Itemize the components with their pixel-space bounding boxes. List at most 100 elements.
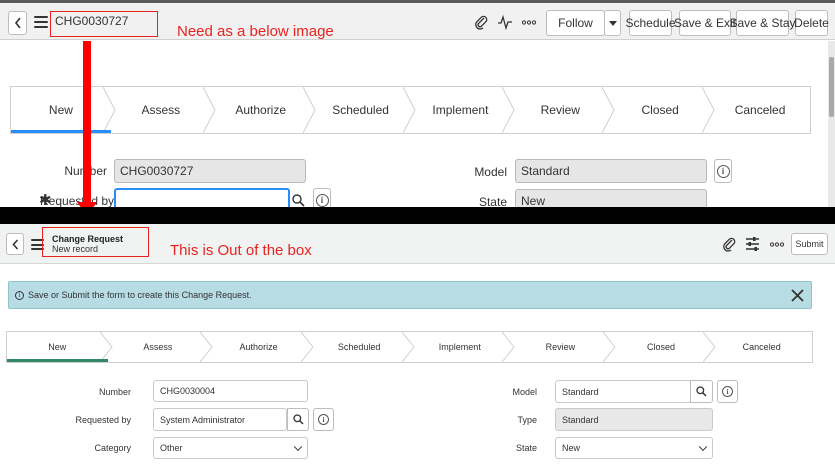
- step-label: New: [48, 342, 67, 352]
- back-icon: [14, 17, 21, 29]
- step-label: Assess: [143, 342, 173, 352]
- number-field[interactable]: CHG0030727: [114, 159, 306, 183]
- close-icon[interactable]: [791, 289, 804, 302]
- info-icon: i: [722, 386, 733, 397]
- number-field[interactable]: CHG0030004: [153, 380, 308, 402]
- requested-by-input[interactable]: [114, 188, 290, 207]
- step-closed[interactable]: Closed: [610, 87, 710, 133]
- model-field[interactable]: Standard: [555, 380, 691, 403]
- step-review[interactable]: Review: [510, 87, 610, 133]
- back-button[interactable]: [6, 233, 24, 255]
- type-field[interactable]: Standard: [555, 408, 713, 431]
- top-process-stepper: New Assess Authorize Scheduled Implement Revi…: [10, 86, 811, 134]
- annotation-note-need: Need as a below image: [177, 23, 334, 40]
- number-label: Number: [98, 387, 131, 397]
- more-icon[interactable]: [770, 242, 784, 247]
- step-label: Closed: [641, 103, 679, 117]
- model-info-button[interactable]: i: [714, 159, 732, 183]
- step-label: Review: [545, 342, 576, 352]
- step-canceled[interactable]: Canceled: [711, 332, 812, 362]
- requested-by-search-button[interactable]: [287, 408, 309, 431]
- state-label: State: [515, 443, 537, 453]
- category-select[interactable]: Other: [153, 437, 308, 459]
- follow-dropdown-button[interactable]: [604, 10, 621, 36]
- paperclip-icon[interactable]: [722, 236, 736, 252]
- step-label: Scheduled: [337, 342, 381, 352]
- state-select[interactable]: New: [555, 437, 713, 459]
- info-banner: i Save or Submit the form to create this…: [8, 281, 812, 309]
- step-canceled[interactable]: Canceled: [710, 87, 810, 133]
- step-new[interactable]: New: [11, 87, 111, 133]
- back-button[interactable]: [8, 11, 27, 35]
- info-icon: i: [15, 290, 24, 300]
- delete-button[interactable]: Delete: [794, 10, 829, 36]
- step-new[interactable]: New: [7, 332, 108, 362]
- step-label: Canceled: [742, 342, 781, 352]
- activity-icon[interactable]: [497, 14, 513, 30]
- step-scheduled[interactable]: Scheduled: [311, 87, 411, 133]
- model-label: Model: [474, 165, 507, 179]
- save-exit-button[interactable]: Save & Exit: [674, 10, 736, 36]
- step-review[interactable]: Review: [510, 332, 611, 362]
- step-label: New: [48, 103, 73, 117]
- model-label: Model: [512, 387, 537, 397]
- state-label: State: [478, 195, 507, 207]
- annotation-highlight-box: [42, 227, 149, 257]
- annotation-highlight-box: [50, 11, 158, 37]
- step-label: Implement: [432, 103, 489, 117]
- search-icon[interactable]: [292, 194, 305, 207]
- step-implement[interactable]: Implement: [411, 87, 511, 133]
- follow-button[interactable]: Follow: [546, 10, 605, 36]
- step-authorize[interactable]: Authorize: [208, 332, 309, 362]
- model-field[interactable]: Standard: [515, 159, 707, 183]
- step-label: Assess: [141, 103, 181, 117]
- more-icon[interactable]: [522, 20, 536, 25]
- back-icon: [11, 238, 18, 250]
- step-scheduled[interactable]: Scheduled: [309, 332, 410, 362]
- step-assess[interactable]: Assess: [111, 87, 211, 133]
- schedule-button[interactable]: Schedule: [625, 10, 676, 36]
- scrollbar-thumb[interactable]: [829, 57, 834, 117]
- search-icon: [292, 414, 304, 425]
- step-implement[interactable]: Implement: [410, 332, 511, 362]
- step-label: Implement: [438, 342, 481, 352]
- model-search-button[interactable]: [690, 380, 713, 403]
- chevron-down-icon: [293, 442, 303, 452]
- category-label: Category: [94, 443, 131, 453]
- state-field[interactable]: New: [515, 189, 707, 207]
- paperclip-icon[interactable]: [474, 14, 488, 30]
- screenshot-divider: [0, 207, 835, 224]
- save-stay-button[interactable]: Save & Stay: [729, 10, 796, 36]
- step-assess[interactable]: Assess: [108, 332, 209, 362]
- number-label: Number: [40, 164, 107, 178]
- step-authorize[interactable]: Authorize: [211, 87, 311, 133]
- scrollbar-track[interactable]: [828, 41, 835, 207]
- model-info-button[interactable]: i: [717, 380, 738, 403]
- settings-sliders-icon[interactable]: [745, 236, 760, 252]
- step-label: Authorize: [235, 103, 287, 117]
- requested-by-label: Requested by: [75, 415, 131, 425]
- step-label: Scheduled: [332, 103, 389, 117]
- step-label: Authorize: [239, 342, 278, 352]
- state-value: New: [562, 443, 581, 453]
- info-icon: i: [716, 164, 730, 178]
- step-label: Canceled: [734, 103, 786, 117]
- chevron-down-icon: [698, 442, 708, 452]
- requested-by-info-button[interactable]: i: [313, 188, 331, 207]
- annotation-note-oob: This is Out of the box: [170, 242, 312, 259]
- type-label: Type: [517, 415, 537, 425]
- dropdown-caret-icon: [608, 20, 617, 26]
- oob-process-stepper: New Assess Authorize Scheduled Implement Revi…: [6, 331, 813, 363]
- info-icon: i: [315, 193, 329, 207]
- step-label: Closed: [647, 342, 676, 352]
- hamburger-icon[interactable]: [34, 16, 48, 28]
- banner-message: Save or Submit the form to create this C…: [28, 290, 252, 300]
- step-closed[interactable]: Closed: [611, 332, 712, 362]
- top-form-header: CHG0030727 Need as a below image Follow …: [0, 3, 835, 40]
- category-value: Other: [160, 443, 183, 453]
- requested-by-field[interactable]: System Administrator: [153, 408, 287, 431]
- submit-button[interactable]: Submit: [791, 233, 828, 255]
- step-label: Review: [540, 103, 580, 117]
- requested-by-info-button[interactable]: i: [313, 408, 334, 431]
- annotation-arrow-shaft: [83, 41, 91, 205]
